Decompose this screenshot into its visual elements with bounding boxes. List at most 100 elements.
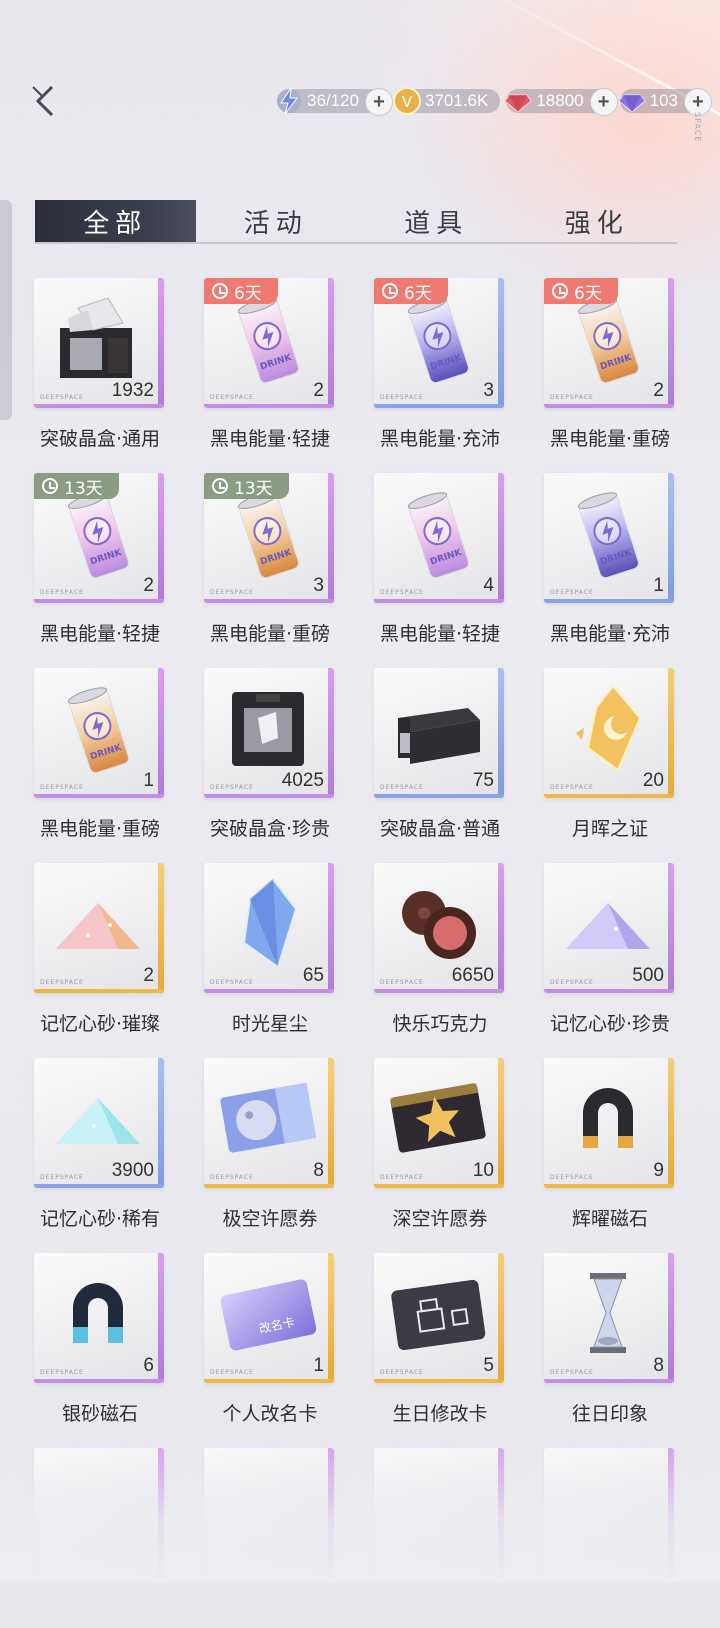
rarity-stripe bbox=[498, 668, 504, 798]
item-count: 1 bbox=[313, 1355, 324, 1376]
currency-pill: 36/120 + bbox=[277, 87, 393, 116]
item-card[interactable]: DRINK DEEPSPACE 3 13天 bbox=[204, 473, 334, 603]
tab-2[interactable]: 道具 bbox=[356, 200, 517, 242]
rarity-stripe bbox=[498, 863, 504, 993]
inventory-item[interactable]: DRINK DEEPSPACE 3 6天 黑电能量·充沛 bbox=[370, 278, 504, 458]
inventory-item[interactable]: DEEPSPACE 8 往日印象 bbox=[540, 1253, 674, 1433]
inventory-item[interactable]: DEEPSPACE 2 记忆心砂·璀璨 bbox=[30, 863, 164, 1043]
item-card[interactable]: DEEPSPACE 8 bbox=[544, 1253, 674, 1383]
add-stamina-button[interactable]: + bbox=[365, 88, 393, 116]
inventory-item[interactable]: DEEPSPACE 4025 突破晶盒·珍贵 bbox=[200, 668, 334, 848]
card-label: DEEPSPACE bbox=[210, 394, 254, 401]
item-card[interactable]: DEEPSPACE 75 bbox=[374, 668, 504, 798]
inventory-item[interactable]: 改名卡 DEEPSPACE 1 个人改名卡 bbox=[200, 1253, 334, 1433]
item-card[interactable]: DEEPSPACE 6 bbox=[34, 1253, 164, 1383]
rarity-bar bbox=[204, 1379, 334, 1383]
rarity-stripe bbox=[498, 473, 504, 603]
item-card[interactable]: DEEPSPACE 1932 bbox=[34, 278, 164, 408]
item-card[interactable]: DEEPSPACE 10 bbox=[374, 1058, 504, 1188]
inventory-item[interactable]: DEEPSPACE 20 月晖之证 bbox=[540, 668, 674, 848]
inventory-item[interactable]: DEEPSPACE 6650 快乐巧克力 bbox=[370, 863, 504, 1043]
inventory-item[interactable]: DRINK DEEPSPACE 2 6天 黑电能量·轻捷 bbox=[200, 278, 334, 458]
inventory-item[interactable]: DEEPSPACE 75 突破晶盒·普通 bbox=[370, 668, 504, 848]
card-label: DEEPSPACE bbox=[210, 1174, 254, 1181]
item-card[interactable]: DEEPSPACE 65 bbox=[204, 863, 334, 993]
item-card[interactable]: DEEPSPACE 500 bbox=[544, 863, 674, 993]
item-name: 往日印象 bbox=[571, 1403, 648, 1425]
item-card[interactable]: DRINK DEEPSPACE 1 bbox=[544, 473, 674, 603]
rarity-stripe bbox=[668, 668, 674, 798]
card-label: DEEPSPACE bbox=[550, 589, 594, 596]
card-label: DEEPSPACE bbox=[550, 1174, 594, 1181]
chocolate-icon bbox=[388, 873, 488, 973]
inventory-item[interactable]: DRINK DEEPSPACE 3 13天 黑电能量·重磅 bbox=[200, 473, 334, 653]
inventory-item[interactable]: DEEPSPACE 8 极空许愿券 bbox=[200, 1058, 334, 1238]
rarity-bar bbox=[374, 794, 504, 798]
inventory-item[interactable]: DEEPSPACE 9 辉曜磁石 bbox=[540, 1058, 674, 1238]
card-label: DEEPSPACE bbox=[380, 394, 424, 401]
item-card[interactable]: DEEPSPACE 20 bbox=[544, 668, 674, 798]
card-label: DEEPSPACE bbox=[210, 589, 254, 596]
category-tabs: 全部 活动 道具 强化 bbox=[35, 200, 677, 244]
item-card[interactable]: DEEPSPACE 4025 bbox=[204, 668, 334, 798]
rarity-stripe bbox=[158, 473, 164, 603]
item-card[interactable]: DEEPSPACE 6650 bbox=[374, 863, 504, 993]
blue-drink-can-icon: DRINK bbox=[558, 483, 658, 583]
side-drawer-handle[interactable] bbox=[0, 200, 12, 420]
inventory-item[interactable]: DEEPSPACE 5 生日修改卡 bbox=[370, 1253, 504, 1433]
inventory-item[interactable]: DRINK DEEPSPACE 2 13天 黑电能量·轻捷 bbox=[30, 473, 164, 653]
expiry-text: 6天 bbox=[404, 283, 432, 304]
rarity-bar bbox=[34, 599, 164, 603]
purple-sand-icon bbox=[558, 873, 658, 973]
item-count: 3 bbox=[483, 380, 494, 401]
moon-badge-icon bbox=[558, 678, 658, 778]
item-card[interactable]: DEEPSPACE 2 bbox=[34, 863, 164, 993]
inventory-item[interactable]: DRINK DEEPSPACE 4 黑电能量·轻捷 bbox=[370, 473, 504, 653]
item-card[interactable]: DEEPSPACE 3900 bbox=[34, 1058, 164, 1188]
item-card[interactable]: 改名卡 DEEPSPACE 1 bbox=[204, 1253, 334, 1383]
currency-stamina: 36/120 + bbox=[277, 87, 393, 116]
item-count: 10 bbox=[472, 1160, 494, 1181]
inventory-item[interactable]: DEEPSPACE 10 深空许愿券 bbox=[370, 1058, 504, 1238]
inventory-item[interactable]: DEEPSPACE 65 时光星尘 bbox=[200, 863, 334, 1043]
item-card[interactable]: DEEPSPACE 9 bbox=[544, 1058, 674, 1188]
item-card[interactable]: DRINK DEEPSPACE 4 bbox=[374, 473, 504, 603]
lightning-icon bbox=[273, 85, 305, 117]
flat-crystal-box-icon bbox=[388, 678, 488, 778]
inventory-item[interactable]: DEEPSPACE 6 银砂磁石 bbox=[30, 1253, 164, 1433]
item-card[interactable]: DRINK DEEPSPACE 1 bbox=[34, 668, 164, 798]
item-card[interactable]: DRINK DEEPSPACE 2 13天 bbox=[34, 473, 164, 603]
tab-3[interactable]: 强化 bbox=[517, 200, 678, 242]
item-card[interactable]: DRINK DEEPSPACE 2 6天 bbox=[544, 278, 674, 408]
item-card[interactable]: DEEPSPACE 8 bbox=[204, 1058, 334, 1188]
inventory-item[interactable]: DEEPSPACE 1932 突破晶盒·通用 bbox=[30, 278, 164, 458]
item-card[interactable]: DEEPSPACE 5 bbox=[374, 1253, 504, 1383]
clock-icon bbox=[552, 283, 568, 299]
item-name: 黑电能量·充沛 bbox=[549, 623, 671, 645]
card-label: DEEPSPACE bbox=[40, 979, 84, 986]
inventory-item[interactable]: DRINK DEEPSPACE 1 黑电能量·重磅 bbox=[30, 668, 164, 848]
rarity-bar bbox=[204, 404, 334, 408]
rarity-stripe bbox=[158, 668, 164, 798]
item-name: 辉曜磁石 bbox=[571, 1208, 648, 1230]
back-button[interactable] bbox=[28, 82, 62, 120]
rarity-bar bbox=[34, 1184, 164, 1188]
blue-crystal-icon bbox=[218, 873, 318, 973]
item-name: 记忆心砂·稀有 bbox=[39, 1208, 161, 1230]
inventory-item[interactable]: DRINK DEEPSPACE 2 6天 黑电能量·重磅 bbox=[540, 278, 674, 458]
item-count: 4025 bbox=[281, 770, 324, 791]
currency-gold: V 3701.6K bbox=[393, 87, 501, 115]
inventory-item[interactable]: DEEPSPACE 3900 记忆心砂·稀有 bbox=[30, 1058, 164, 1238]
card-label: DEEPSPACE bbox=[550, 979, 594, 986]
inventory-item[interactable]: DEEPSPACE 500 记忆心砂·珍贵 bbox=[540, 863, 674, 1043]
rarity-stripe bbox=[668, 1253, 674, 1383]
add-red-diamond-button[interactable]: + bbox=[589, 88, 618, 116]
tab-1[interactable]: 活动 bbox=[196, 200, 357, 242]
item-card[interactable]: DRINK DEEPSPACE 2 6天 bbox=[204, 278, 334, 408]
rarity-bar bbox=[204, 1184, 334, 1188]
dark-crystal-box-icon bbox=[218, 678, 318, 778]
inventory-item[interactable]: DRINK DEEPSPACE 1 黑电能量·充沛 bbox=[540, 473, 674, 653]
tab-0[interactable]: 全部 bbox=[35, 200, 196, 242]
currency-pill: 18800 + bbox=[504, 88, 618, 116]
item-card[interactable]: DRINK DEEPSPACE 3 6天 bbox=[374, 278, 504, 408]
